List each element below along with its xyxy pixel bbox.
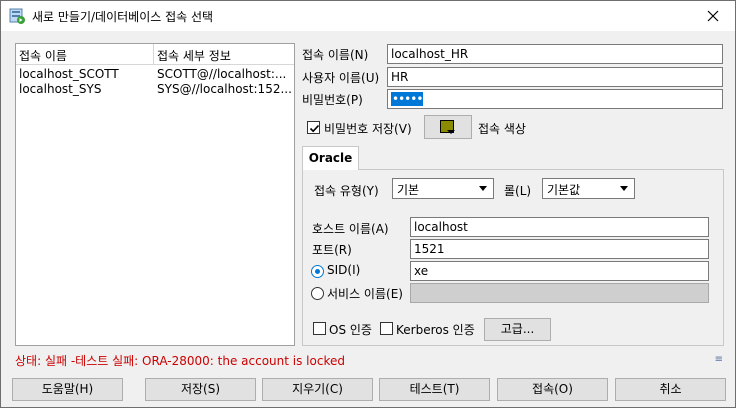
role-select[interactable]: 기본값 bbox=[542, 178, 635, 199]
connect-button[interactable]: 접속(O) bbox=[497, 378, 608, 401]
service-name-radio[interactable] bbox=[311, 287, 324, 300]
title-bar: 새로 만들기/데이터베이스 접속 선택 bbox=[1, 1, 735, 31]
sid-input[interactable]: xe bbox=[410, 261, 709, 281]
column-divider[interactable] bbox=[153, 44, 154, 65]
role-label: 롤(L) bbox=[504, 184, 532, 198]
status-details-icon[interactable]: ≡ bbox=[715, 354, 723, 365]
list-item[interactable]: localhost_SCOTT SCOTT@//localhost:... bbox=[16, 67, 294, 83]
column-header-details[interactable]: 접속 세부 정보 bbox=[157, 47, 231, 64]
close-icon bbox=[707, 10, 719, 22]
connection-list[interactable]: 접속 이름 접속 세부 정보 localhost_SCOTT SCOTT@//l… bbox=[15, 43, 295, 346]
password-label: 비밀번호(P) bbox=[302, 93, 363, 107]
sid-radio[interactable] bbox=[311, 265, 324, 278]
connection-color-label: 접속 색상 bbox=[478, 122, 526, 136]
role-value: 기본값 bbox=[547, 183, 581, 197]
tab-oracle[interactable]: Oracle bbox=[302, 146, 359, 170]
kerberos-auth-checkbox[interactable] bbox=[380, 322, 393, 335]
os-auth-label[interactable]: OS 인증 bbox=[329, 321, 372, 338]
save-password-checkbox[interactable] bbox=[307, 121, 320, 134]
connection-name: localhost_SCOTT bbox=[19, 67, 119, 81]
test-button[interactable]: 테스트(T) bbox=[379, 378, 490, 401]
checkmark-icon bbox=[309, 124, 320, 133]
connection-list-header: 접속 이름 접속 세부 정보 bbox=[16, 44, 294, 65]
close-button[interactable] bbox=[691, 1, 735, 31]
os-auth-checkbox[interactable] bbox=[313, 322, 326, 335]
app-database-icon bbox=[9, 8, 25, 24]
advanced-button[interactable]: 고급... bbox=[484, 318, 551, 341]
chevron-down-icon bbox=[620, 186, 628, 191]
window-title: 새로 만들기/데이터베이스 접속 선택 bbox=[32, 10, 214, 24]
service-name-label[interactable]: 서비스 이름(E) bbox=[327, 285, 403, 302]
username-label: 사용자 이름(U) bbox=[302, 71, 380, 85]
service-name-input bbox=[410, 283, 709, 303]
cancel-button[interactable]: 취소 bbox=[615, 378, 726, 401]
connection-type-value: 기본 bbox=[397, 183, 420, 197]
kerberos-auth-label[interactable]: Kerberos 인증 bbox=[396, 321, 475, 338]
column-header-name[interactable]: 접속 이름 bbox=[19, 47, 67, 64]
list-item[interactable]: localhost_SYS SYS@//localhost:152... bbox=[16, 82, 294, 98]
password-mask: ••••• bbox=[391, 92, 423, 106]
hostname-label: 호스트 이름(A) bbox=[312, 222, 389, 236]
connection-name-label: 접속 이름(N) bbox=[302, 48, 369, 62]
connection-dialog: 새로 만들기/데이터베이스 접속 선택 접속 이름 접속 세부 정보 local… bbox=[0, 0, 736, 408]
connection-color-button[interactable] bbox=[424, 115, 472, 139]
connection-type-label: 접속 유형(Y) bbox=[314, 184, 379, 198]
connection-name: localhost_SYS bbox=[19, 82, 102, 96]
status-message: 상태: 실패 -테스트 실패: ORA-28000: the account i… bbox=[15, 354, 345, 368]
clear-button[interactable]: 지우기(C) bbox=[262, 378, 373, 401]
hostname-input[interactable]: localhost bbox=[410, 217, 709, 237]
port-label: 포트(R) bbox=[312, 243, 352, 257]
save-password-label[interactable]: 비밀번호 저장(V) bbox=[324, 120, 412, 137]
dropdown-arrow-icon bbox=[447, 130, 455, 134]
password-input[interactable]: ••••• bbox=[387, 89, 723, 109]
port-input[interactable]: 1521 bbox=[410, 239, 709, 259]
sid-label[interactable]: SID(I) bbox=[327, 263, 360, 277]
connection-details: SYS@//localhost:152... bbox=[157, 82, 292, 96]
connection-name-input[interactable]: localhost_HR bbox=[387, 44, 723, 64]
save-button[interactable]: 저장(S) bbox=[145, 378, 256, 401]
username-input[interactable]: HR bbox=[387, 67, 723, 87]
connection-details: SCOTT@//localhost:... bbox=[157, 67, 287, 81]
help-button[interactable]: 도움말(H) bbox=[12, 378, 123, 401]
chevron-down-icon bbox=[479, 186, 487, 191]
connection-type-select[interactable]: 기본 bbox=[392, 178, 494, 199]
